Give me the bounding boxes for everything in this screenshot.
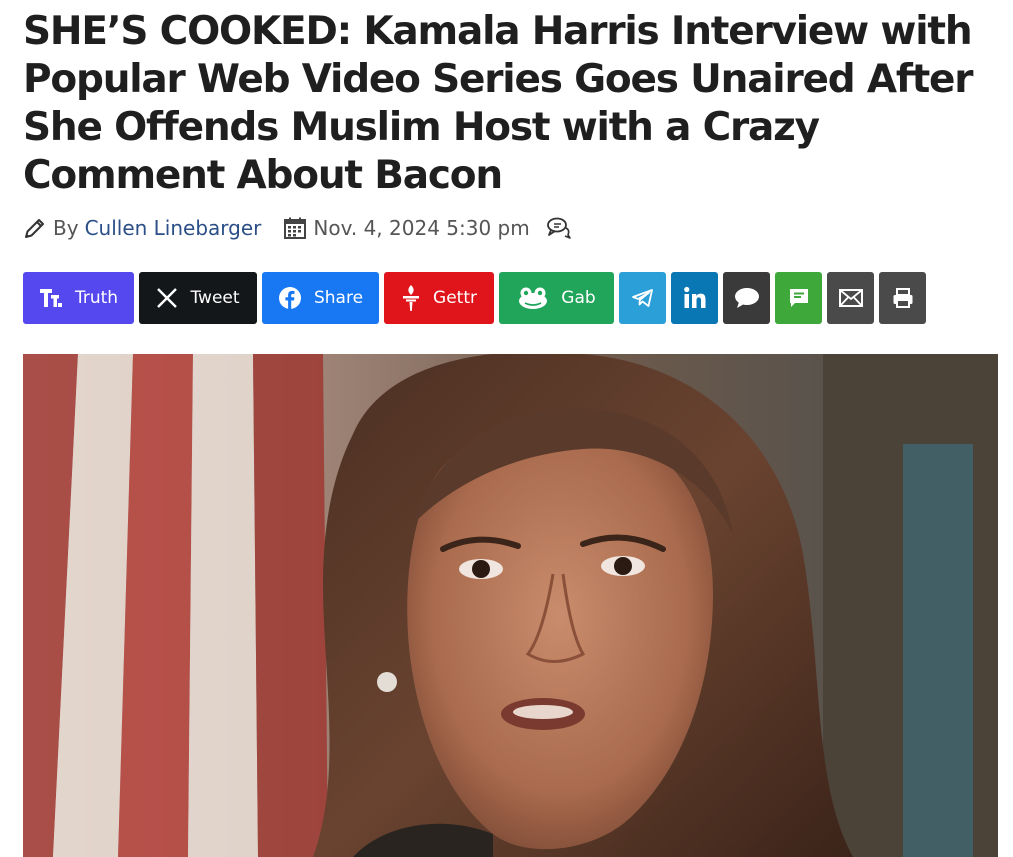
article-byline: By Cullen Linebarger Nov. 4, 2024 5:30 p…: [23, 212, 578, 244]
tweet-share-button[interactable]: Tweet: [139, 272, 257, 324]
truth-share-button[interactable]: Truth: [23, 272, 134, 324]
article-hero-image: [23, 354, 998, 857]
email-icon: [838, 289, 863, 307]
share-buttons-row: Truth Tweet Share Gettr Gab: [23, 272, 926, 324]
truth-share-label: Truth: [74, 288, 119, 308]
pencil-icon: [23, 216, 47, 240]
telegram-icon: [631, 288, 654, 308]
comments-icon[interactable]: [546, 216, 572, 240]
comment-share-button[interactable]: [723, 272, 770, 324]
comment-bubble-icon: [734, 287, 760, 309]
x-icon: [156, 287, 178, 309]
calendar-icon: [283, 216, 307, 240]
tweet-share-label: Tweet: [190, 288, 240, 308]
gab-frog-icon: [517, 286, 549, 310]
linkedin-icon: [683, 286, 707, 310]
byline-prefix: By: [53, 216, 79, 240]
telegram-share-button[interactable]: [619, 272, 666, 324]
email-share-button[interactable]: [827, 272, 874, 324]
print-icon: [892, 287, 914, 309]
gab-share-button[interactable]: Gab: [499, 272, 614, 324]
facebook-icon: [278, 286, 302, 310]
facebook-share-label: Share: [313, 288, 364, 308]
print-button[interactable]: [879, 272, 926, 324]
gettr-share-button[interactable]: Gettr: [384, 272, 494, 324]
hero-photo-illustration: [23, 354, 998, 857]
facebook-share-button[interactable]: Share: [262, 272, 379, 324]
author-link[interactable]: Cullen Linebarger: [85, 216, 262, 240]
article-headline: SHE’S COOKED: Kamala Harris Interview wi…: [23, 9, 974, 198]
gettr-share-label: Gettr: [433, 288, 477, 308]
linkedin-share-button[interactable]: [671, 272, 718, 324]
truth-social-icon: [39, 287, 63, 309]
publish-date: Nov. 4, 2024 5:30 pm: [313, 216, 530, 240]
sms-message-icon: [788, 287, 810, 309]
gab-share-label: Gab: [561, 288, 596, 308]
sms-share-button[interactable]: [775, 272, 822, 324]
gettr-icon: [401, 283, 421, 313]
